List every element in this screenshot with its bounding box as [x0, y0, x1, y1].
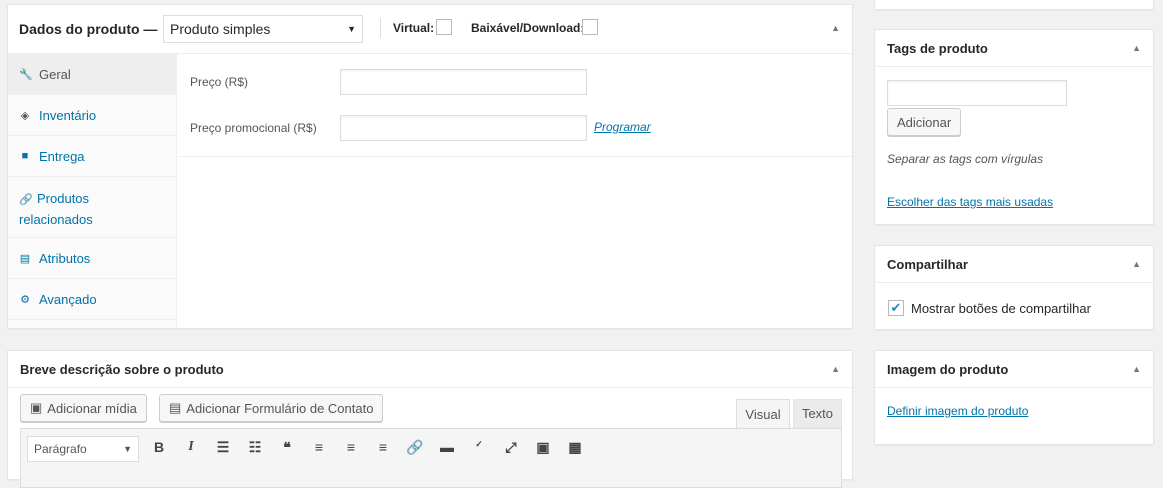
format-value: Parágrafo	[34, 442, 87, 456]
product-type-select[interactable]: Produto simples ▼	[163, 15, 363, 43]
tab-label: Avançado	[39, 291, 97, 307]
share-checkbox-label: Mostrar botões de compartilhar	[911, 301, 1091, 316]
bold-icon[interactable]: B	[147, 439, 171, 456]
tab-label: Inventário	[39, 107, 97, 123]
tab-visual[interactable]: Visual	[736, 399, 790, 429]
top-right-box	[874, 0, 1154, 10]
product-image-box: Imagem do produto ▲ Definir imagem do pro…	[874, 350, 1154, 445]
set-product-image-link[interactable]: Definir imagem do produto	[887, 404, 1028, 418]
fullscreen-icon[interactable]: ⤢	[499, 439, 523, 456]
short-description-header: Breve descrição sobre o produto ▲	[8, 351, 852, 388]
truck-icon: ■	[21, 150, 29, 162]
collapse-icon[interactable]: ▲	[831, 23, 840, 33]
price-input[interactable]	[340, 69, 587, 95]
tags-header: Tags de produto ▲	[875, 30, 1153, 67]
collapse-icon[interactable]: ▲	[1132, 43, 1141, 53]
choose-tags-link[interactable]: Escolher das tags mais usadas	[887, 195, 1053, 209]
add-media-label: Adicionar mídia	[47, 400, 137, 416]
sale-price-label: Preço promocional (R$)	[190, 121, 317, 135]
price-label: Preço (R$)	[190, 75, 249, 89]
link-icon[interactable]: 🔗	[403, 439, 427, 456]
sale-price-input[interactable]	[340, 115, 587, 141]
link-icon: 🔗	[19, 194, 33, 206]
wrench-icon: 🔧	[19, 68, 33, 81]
tags-title: Tags de produto	[887, 40, 988, 56]
product-data-box: Dados do produto — Produto simples ▼ Virt…	[7, 4, 853, 329]
share-title: Compartilhar	[887, 256, 968, 272]
tab-label: Entrega	[39, 148, 85, 164]
chevron-down-icon: ▼	[347, 24, 356, 34]
add-tag-button[interactable]: Adicionar	[887, 108, 962, 136]
tag-icon: ◈	[20, 109, 30, 122]
tab-text-label: Texto	[801, 406, 834, 421]
tab-geral[interactable]: 🔧 Geral	[8, 54, 176, 95]
read-more-icon[interactable]: ▬	[435, 439, 459, 456]
share-header: Compartilhar ▲	[875, 246, 1153, 283]
format-select[interactable]: Parágrafo ▼	[27, 436, 139, 462]
add-tag-label: Adicionar	[897, 114, 952, 130]
align-center-icon[interactable]: ≡	[339, 439, 363, 456]
keyboard-icon[interactable]: ▦	[563, 439, 587, 456]
short-description-box: Breve descrição sobre o produto ▲ ▣ Adicio…	[7, 350, 853, 488]
product-type-value: Produto simples	[170, 21, 271, 37]
product-image-title: Imagem do produto	[887, 361, 1009, 377]
tab-inventario[interactable]: ◈ Inventário	[8, 95, 176, 136]
editor-toolbar: Parágrafo ▼ B I ☰ ☷ ❝ ≡ ≡ ≡ 🔗 ▬ ✓ ⤢ ▣ ▦	[20, 428, 842, 488]
tab-text[interactable]: Texto	[793, 399, 842, 428]
collapse-icon[interactable]: ▲	[1132, 364, 1141, 374]
tab-atributos[interactable]: ▤ Atributos	[8, 238, 176, 279]
align-right-icon[interactable]: ≡	[371, 439, 395, 456]
form-icon: ▤	[169, 400, 182, 415]
tags-input[interactable]	[887, 80, 1067, 106]
collapse-icon[interactable]: ▲	[1132, 259, 1141, 269]
divider	[380, 18, 381, 38]
tab-produtos-relacionados[interactable]: 🔗 Produtos relacionados	[8, 177, 176, 238]
schedule-link[interactable]: Programar	[594, 120, 651, 134]
add-media-button[interactable]: ▣ Adicionar mídia	[20, 394, 147, 422]
tab-visual-label: Visual	[745, 407, 781, 422]
italic-icon[interactable]: I	[179, 439, 203, 456]
download-label: Baixável/Download:	[471, 21, 585, 35]
tab-label: Atributos	[39, 250, 91, 266]
virtual-label: Virtual:	[393, 21, 435, 35]
virtual-checkbox[interactable]	[436, 19, 452, 35]
download-checkbox[interactable]	[582, 19, 598, 35]
share-checkbox[interactable]: ✔	[888, 300, 904, 316]
tags-hint: Separar as tags com vírgulas	[887, 152, 1044, 166]
general-panel: Preço (R$) Preço promocional (R$) Progra…	[178, 54, 852, 157]
product-data-header: Dados do produto — Produto simples ▼ Virt…	[8, 5, 852, 54]
blockquote-icon[interactable]: ❝	[275, 439, 299, 456]
collapse-icon[interactable]: ▲	[831, 364, 840, 374]
short-description-title: Breve descrição sobre o produto	[20, 361, 224, 377]
product-tabs: 🔧 Geral ◈ Inventário ■ Entrega 🔗 Produtos re…	[8, 54, 177, 328]
share-box: Compartilhar ▲ ✔ Mostrar botões de compar…	[874, 245, 1154, 330]
numbered-list-icon[interactable]: ☷	[243, 439, 267, 456]
chevron-down-icon: ▼	[123, 444, 132, 454]
form-icon[interactable]: ▣	[531, 439, 555, 456]
product-data-title: Dados do produto —	[19, 21, 158, 37]
product-image-header: Imagem do produto ▲	[875, 351, 1153, 388]
media-icon: ▣	[30, 400, 43, 415]
spellcheck-icon[interactable]: ✓	[467, 439, 491, 456]
add-contact-form-button[interactable]: ▤ Adicionar Formulário de Contato	[159, 394, 384, 422]
tab-label: Geral	[39, 66, 71, 82]
add-form-label: Adicionar Formulário de Contato	[186, 400, 374, 416]
list-icon: ▤	[19, 252, 31, 265]
align-left-icon[interactable]: ≡	[307, 439, 331, 456]
gear-icon: ⚙	[20, 293, 30, 306]
tags-box: Tags de produto ▲ Adicionar Separar as ta…	[874, 29, 1154, 225]
toolbar-buttons: B I ☰ ☷ ❝ ≡ ≡ ≡ 🔗 ▬ ✓ ⤢ ▣ ▦	[147, 436, 587, 456]
bullet-list-icon[interactable]: ☰	[211, 439, 235, 456]
tab-entrega[interactable]: ■ Entrega	[8, 136, 176, 177]
tab-avancado[interactable]: ⚙ Avançado	[8, 279, 176, 320]
